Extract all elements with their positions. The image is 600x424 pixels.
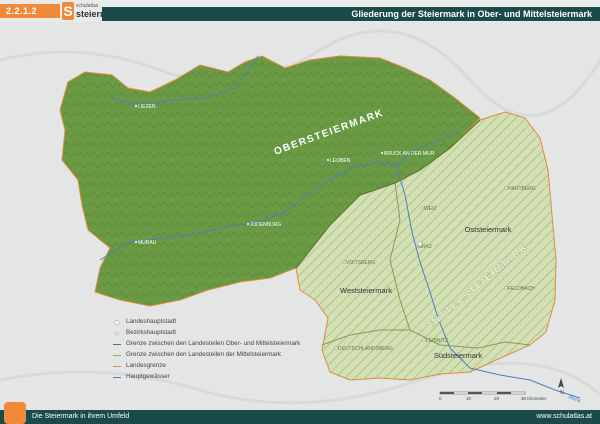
styria-map: OBERSTEIERMARK MITTELSTEIERMARK Oststeie… [0,22,600,410]
header: 2.2.1.2 S schulatlas steiermark Gliederu… [0,0,600,22]
town-bruck: BRUCK AN DER MUR [384,151,435,157]
label-suedsteiermark: Südsteiermark [434,351,483,360]
capital-marker-graz [417,241,423,247]
scale-tick-10: 10 [466,396,472,401]
label-oststeiermark: Oststeiermark [465,225,512,234]
label-weststeiermark: Weststeiermark [340,286,392,295]
town-marker-voitsberg [342,260,346,264]
town-marker-liezen [134,104,138,108]
legend-label: Hauptgewässer [126,373,170,380]
footer-title: Die Steiermark in ihrem Umfeld [32,413,130,420]
styria-emblem-icon [4,402,26,424]
north-label: N [560,390,564,396]
town-marker-leibnitz [422,338,426,342]
town-feldbach: FELDBACH [508,286,535,292]
line-green-icon [113,344,121,345]
town-judenburg: JUDENBURG [250,222,281,228]
chapter-code: 2.2.1.2 [0,4,60,18]
scale-tick-20: 20 [494,396,500,401]
legend-label: Bezirkshauptstadt [126,329,177,336]
page-title: Gliederung der Steiermark in Ober- und M… [351,9,592,19]
town-leibnitz: LEIBNITZ [426,338,448,344]
town-marker-hartberg [504,186,508,190]
legend-label: Grenze zwischen den Landesteilen Ober- u… [126,340,301,347]
town-leoben: LEOBEN [330,158,351,164]
legend-label: Grenze zwischen den Landesteilen der Mit… [126,351,282,358]
town-marker-bruck [380,151,384,155]
schulatlas-logo[interactable]: S schulatlas steiermark [62,2,122,20]
footer: Die Steiermark in ihrem Umfeld www.schul… [0,402,600,424]
town-voitsberg: VOITSBERG [346,260,375,266]
line-blue-icon [113,377,121,378]
capital-symbol-icon [114,320,120,325]
town-liezen: LIEZEN [138,104,156,110]
town-murau: MURAU [138,240,157,246]
line-olive-icon [113,355,121,356]
town-marker-weiz [420,206,424,210]
town-deutschlandsberg: DEUTSCHLANDSBERG [338,346,393,352]
district-capital-symbol-icon [115,331,119,336]
line-orange-icon [113,366,121,367]
town-hartberg: HARTBERG [508,186,536,192]
town-marker-murau [134,240,138,244]
town-marker-leoben [326,158,330,162]
logo-icon: S [62,2,74,20]
legend-label: Landeshauptstadt [126,318,177,325]
town-weiz: WEIZ [424,206,437,212]
town-marker-judenburg [246,222,250,226]
legend-label: Landesgrenze [126,362,166,369]
town-marker-deutschlandsberg [334,346,338,350]
footer-website-link[interactable]: www.schulatlas.at [536,410,592,424]
town-marker-feldbach [504,286,508,290]
scale-tick-30: 30 Kilometer [521,396,547,401]
